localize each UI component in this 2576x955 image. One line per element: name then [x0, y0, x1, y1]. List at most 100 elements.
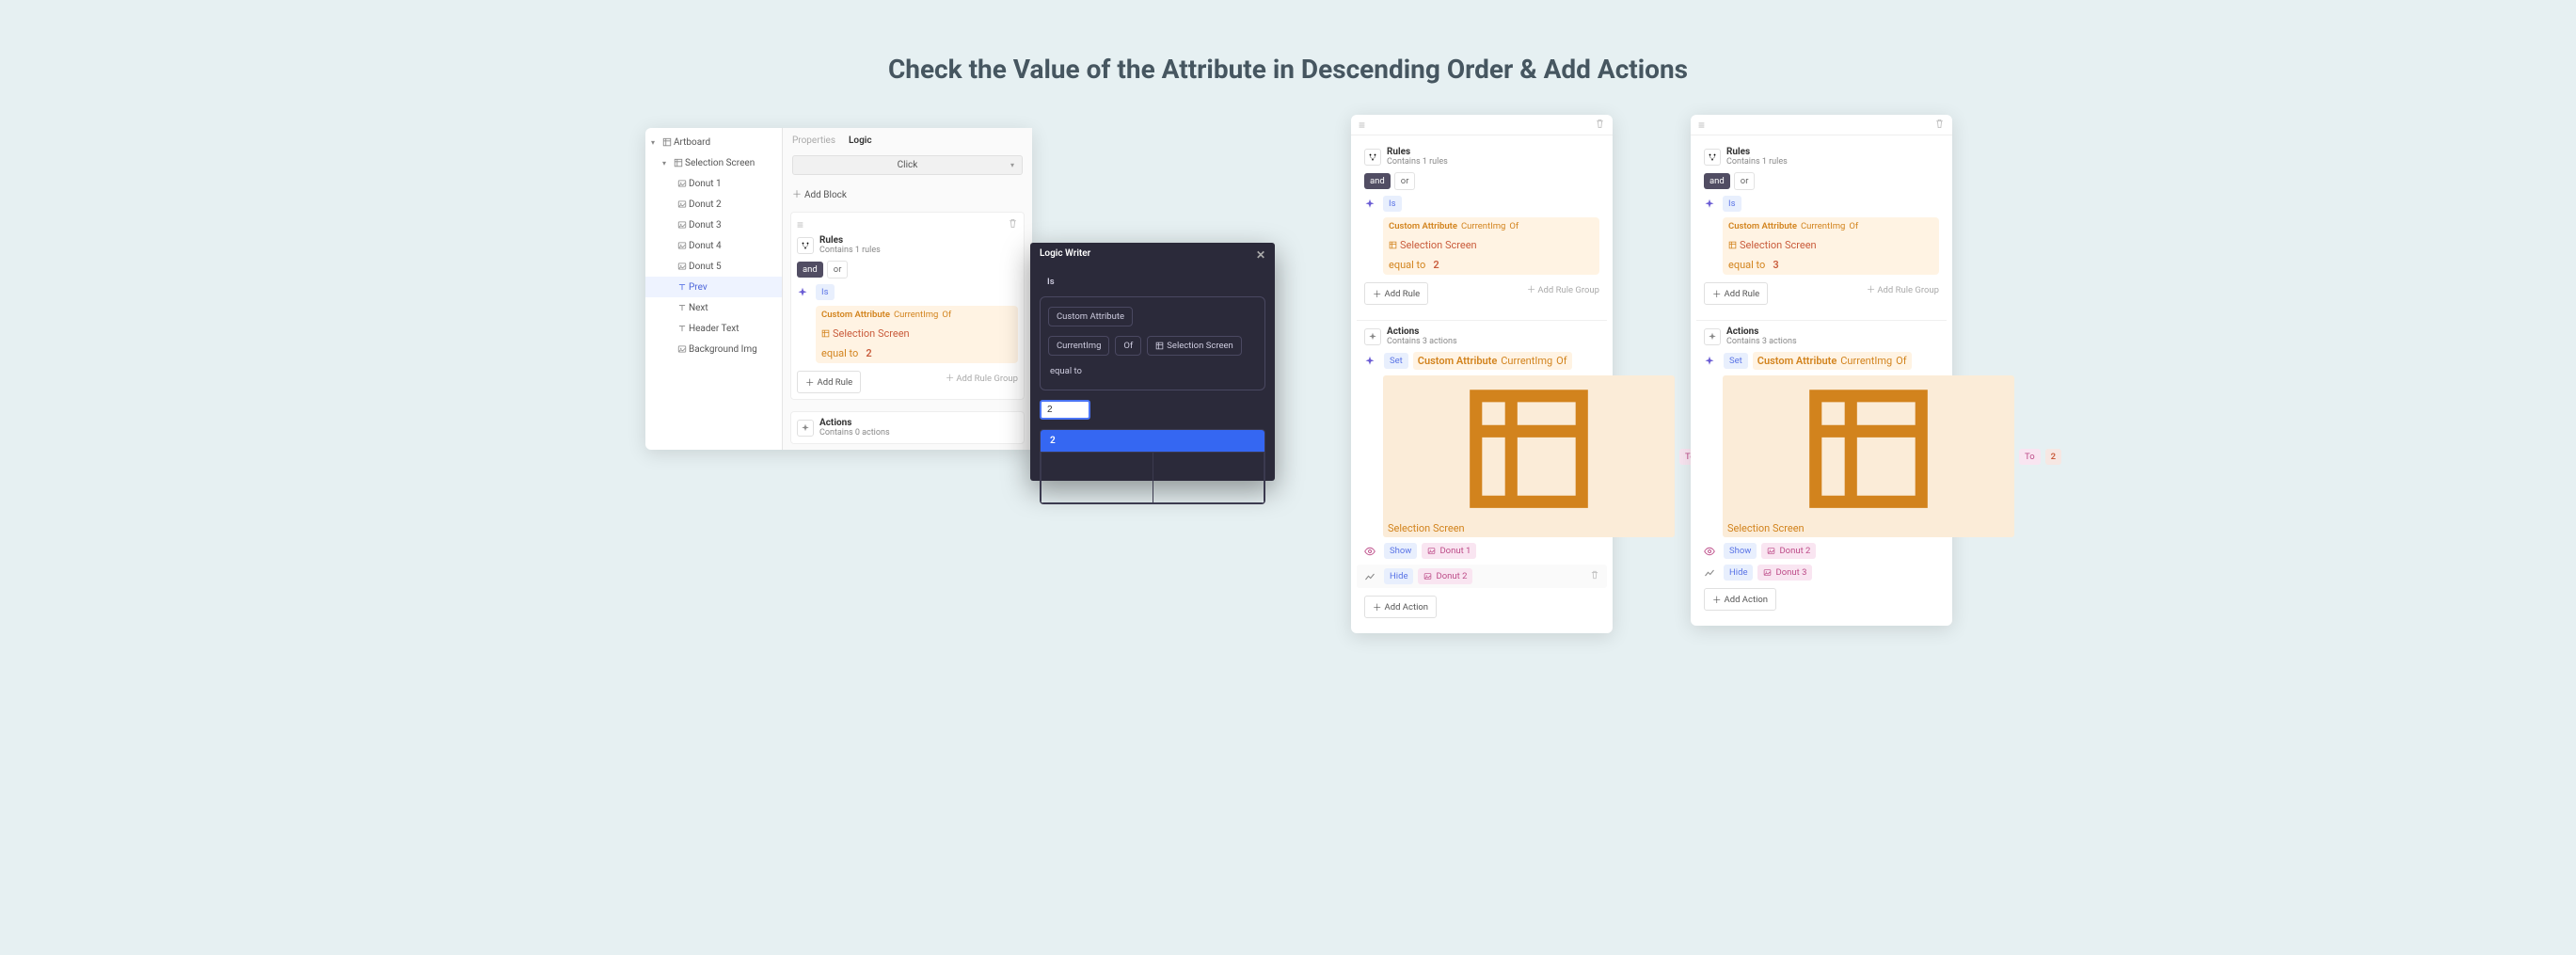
- tree-item-donut1[interactable]: Donut 1: [645, 173, 782, 194]
- trigger-select[interactable]: Click: [792, 155, 1023, 175]
- currentimg-chip[interactable]: CurrentImg: [1048, 336, 1109, 356]
- logic-and-chip[interactable]: and: [1364, 173, 1391, 189]
- logic-pane: Properties Logic Click ＋Add Block ≡ Rule…: [783, 128, 1032, 450]
- delete-icon[interactable]: [1934, 119, 1945, 132]
- tree-item-bg[interactable]: Background Img: [645, 339, 782, 359]
- tree-item-donut3[interactable]: Donut 3: [645, 215, 782, 235]
- value-token: 2: [1433, 259, 1439, 271]
- rule-expression[interactable]: Custom Attribute CurrentImg Of Selection…: [1723, 217, 1939, 275]
- add-rule-group-button[interactable]: ＋Add Rule Group: [1867, 282, 1939, 295]
- tree-item-donut5[interactable]: Donut 5: [645, 256, 782, 277]
- logic-and-chip[interactable]: and: [1704, 173, 1730, 189]
- trigger-label: Click: [898, 160, 918, 170]
- tab-logic[interactable]: Logic: [849, 135, 872, 146]
- add-rule-button[interactable]: ＋Add Rule: [1704, 282, 1768, 305]
- add-block-button[interactable]: ＋Add Block: [783, 181, 1032, 206]
- trend-icon: [1364, 571, 1379, 582]
- logic-or-chip[interactable]: or: [827, 261, 849, 279]
- of-chip[interactable]: Of: [1115, 336, 1141, 356]
- image-icon: [676, 344, 689, 354]
- tree-label: Prev: [689, 282, 708, 293]
- hide-target-label: Donut 2: [1436, 571, 1467, 581]
- rules-title: Rules: [1726, 147, 1788, 157]
- drag-handle-icon[interactable]: ≡: [797, 218, 803, 231]
- equal-to-token: equal to: [821, 347, 858, 359]
- show-target-label: Donut 2: [1779, 546, 1810, 556]
- tree-selection-screen[interactable]: ▾ Selection Screen: [645, 152, 782, 173]
- image-icon: [676, 199, 689, 209]
- add-group-label: Add Rule Group: [956, 374, 1018, 384]
- layer-tree: ▾ Artboard ▾ Selection Screen Donut 1 Do…: [645, 128, 783, 450]
- close-icon[interactable]: ✕: [1256, 248, 1265, 262]
- action-hide[interactable]: Hide Donut 2: [1357, 565, 1607, 588]
- show-target-chip: Donut 2: [1761, 543, 1816, 559]
- hide-target-chip: Donut 2: [1418, 568, 1472, 584]
- action-hide[interactable]: Hide Donut 3: [1704, 565, 1939, 581]
- action-set[interactable]: Set Custom Attribute CurrentImg Of: [1364, 352, 1599, 370]
- selection-label: Selection Screen: [1167, 341, 1233, 351]
- spark-icon: [1364, 328, 1381, 345]
- add-rule-button[interactable]: ＋Add Rule: [797, 371, 861, 393]
- image-icon: [676, 262, 689, 271]
- delete-icon[interactable]: [1008, 218, 1018, 231]
- add-rule-button[interactable]: ＋Add Rule: [1364, 282, 1428, 305]
- tree-item-header[interactable]: Header Text: [645, 318, 782, 339]
- set-chip: Set: [1724, 353, 1748, 369]
- logic-and-chip[interactable]: and: [797, 262, 823, 278]
- selection-label: Selection Screen: [1740, 239, 1817, 251]
- logic-writer-title: Logic Writer: [1040, 248, 1090, 262]
- action-show[interactable]: Show Donut 1: [1364, 543, 1599, 559]
- tree-artboard[interactable]: ▾ Artboard: [645, 132, 782, 152]
- equal-to-chip[interactable]: equal to: [1048, 362, 1089, 380]
- custom-attribute-token: Custom Attribute: [1418, 355, 1497, 367]
- chevron-down-icon: ▾: [662, 159, 672, 167]
- tree-item-donut4[interactable]: Donut 4: [645, 235, 782, 256]
- action-set[interactable]: Set Custom Attribute CurrentImg Of: [1704, 352, 1939, 370]
- drag-handle-icon[interactable]: ≡: [1359, 119, 1365, 132]
- tree-item-donut2[interactable]: Donut 2: [645, 194, 782, 215]
- spark-icon: [1704, 356, 1719, 367]
- value-input[interactable]: [1040, 400, 1090, 420]
- plus-icon: ＋: [1712, 593, 1722, 606]
- add-action-button[interactable]: ＋Add Action: [1704, 588, 1776, 611]
- logic-or-chip[interactable]: or: [1394, 172, 1416, 190]
- plus-icon: ＋: [792, 190, 802, 200]
- tree-item-prev[interactable]: Prev: [645, 277, 782, 297]
- logic-or-chip[interactable]: or: [1734, 172, 1756, 190]
- action-show[interactable]: Show Donut 2: [1704, 543, 1939, 559]
- show-target-chip: Donut 1: [1422, 543, 1476, 559]
- selection-label: Selection Screen: [1727, 522, 1805, 534]
- add-group-label: Add Rule Group: [1537, 285, 1599, 295]
- image-icon: [676, 220, 689, 230]
- add-rule-group-button[interactable]: ＋Add Rule Group: [1527, 282, 1599, 295]
- hide-target-label: Donut 3: [1775, 567, 1806, 578]
- plus-icon: ＋: [1712, 287, 1722, 300]
- equal-to-token: equal to: [1728, 259, 1765, 271]
- rules-actions-panel-2: ≡ Rules Contains 1 rules and or Is Custo…: [1351, 115, 1613, 633]
- tree-label: Selection Screen: [685, 158, 755, 168]
- delete-icon[interactable]: [1590, 570, 1599, 582]
- eye-icon: [1364, 546, 1379, 557]
- of-token: Of: [1509, 221, 1519, 231]
- selection-screen-chip[interactable]: Selection Screen: [1147, 336, 1242, 356]
- currentimg-token: CurrentImg: [1461, 221, 1505, 231]
- is-chip[interactable]: Is: [1723, 196, 1741, 212]
- of-token: Of: [1849, 221, 1858, 231]
- is-chip[interactable]: Is: [816, 284, 835, 300]
- rules-subtitle: Contains 1 rules: [819, 246, 881, 255]
- equal-to-token: equal to: [1389, 259, 1425, 271]
- custom-attribute-chip[interactable]: Custom Attribute: [1048, 307, 1133, 326]
- is-chip[interactable]: Is: [1383, 196, 1402, 212]
- suggestion-option[interactable]: 2: [1041, 430, 1264, 452]
- tab-properties[interactable]: Properties: [792, 135, 835, 146]
- rule-expression[interactable]: Custom Attribute CurrentImg Of Selection…: [816, 306, 1018, 363]
- add-action-button[interactable]: ＋Add Action: [1364, 596, 1437, 618]
- add-rule-group-button[interactable]: ＋Add Rule Group: [946, 371, 1018, 384]
- drag-handle-icon[interactable]: ≡: [1698, 119, 1705, 132]
- delete-icon[interactable]: [1595, 119, 1605, 132]
- tree-item-next[interactable]: Next: [645, 297, 782, 318]
- rule-expression[interactable]: Custom Attribute CurrentImg Of Selection…: [1383, 217, 1599, 275]
- add-rule-label: Add Rule: [1725, 289, 1760, 299]
- hide-target-chip: Donut 3: [1757, 565, 1812, 581]
- tree-label: Donut 3: [689, 220, 722, 231]
